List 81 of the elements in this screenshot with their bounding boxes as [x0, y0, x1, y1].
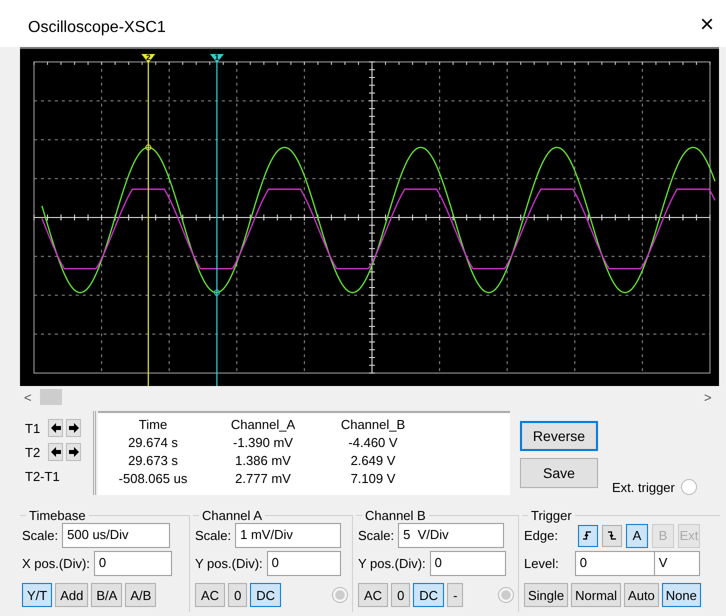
mode-button[interactable]: 0 [228, 583, 248, 607]
table-cell-text: -508.065 us [118, 470, 188, 486]
left-arrow-button[interactable] [48, 443, 63, 461]
right-arrow-icon [68, 423, 78, 433]
mode-button[interactable]: Auto [624, 583, 659, 607]
ext-trigger-label: Ext. trigger [612, 480, 675, 494]
cursor-handle[interactable] [141, 54, 156, 63]
input-field[interactable]: 500 us/Div [62, 523, 170, 548]
cursor-point [214, 290, 220, 296]
table-cell-text: 29.673 s [127, 452, 179, 468]
input-field[interactable]: 0 [94, 551, 172, 576]
mode-button[interactable]: Add [55, 583, 88, 607]
input-field[interactable]: 0 [266, 551, 341, 576]
group-title: Channel A [201, 508, 263, 523]
input-field[interactable]: 1 mV/Div [235, 523, 342, 548]
input-field[interactable]: 0 [430, 551, 506, 576]
rising-edge-icon [583, 530, 592, 541]
window-title: Oscilloscope-XSC1 [28, 18, 166, 36]
scale-label: Scale: [195, 528, 232, 543]
x-pos-label: X pos.(Div): [22, 556, 90, 571]
right-arrow-button[interactable] [66, 443, 81, 461]
scroll-right-button[interactable]: > [704, 390, 720, 404]
radio-button[interactable] [680, 479, 697, 495]
input-field[interactable]: 5 V/Div [398, 523, 504, 548]
mode-button[interactable]: 0 [391, 583, 410, 607]
source-button[interactable]: A [626, 524, 648, 548]
table-cell-text: -4.460 V [347, 434, 399, 450]
scrollbar-thumb[interactable] [40, 389, 62, 405]
group-title: Timebase [28, 508, 87, 523]
table-cell-text: -1.390 mV [232, 434, 294, 450]
column-header: Channel_A [230, 416, 296, 432]
cursor-name: T1 [25, 420, 42, 436]
table-cell-text: 1.386 mV [234, 452, 292, 468]
y-pos-label: Y pos.(Div): [195, 556, 263, 571]
left-arrow-icon [50, 423, 60, 433]
cursor-line[interactable] [216, 62, 218, 386]
table-cell-text: 2.649 V [350, 452, 396, 468]
reverse-button[interactable]: Reverse [520, 421, 598, 451]
table-cell-text: 29.674 s [127, 434, 179, 450]
mode-button[interactable]: Y/T [22, 583, 52, 607]
cursor-point [145, 144, 152, 150]
input-field[interactable]: 0 [574, 551, 655, 576]
cursor-name: T2-T1 [25, 468, 60, 484]
group-title: Channel B [364, 508, 427, 523]
column-header: Channel_B [340, 416, 406, 432]
right-arrow-icon [68, 447, 78, 457]
rising-edge-button[interactable] [578, 524, 598, 546]
mode-button[interactable]: Normal [571, 583, 622, 607]
mode-button[interactable]: None [662, 583, 701, 607]
group-title: Trigger [530, 508, 573, 523]
level-label: Level: [524, 556, 559, 571]
y-pos-label: Y pos.(Div): [358, 556, 426, 571]
mode-button[interactable]: AC [195, 583, 226, 607]
cursor-handle[interactable] [210, 54, 224, 63]
mode-button[interactable]: DC [413, 583, 444, 607]
mode-button[interactable]: AC [358, 583, 388, 607]
mode-button[interactable]: A/B [125, 583, 156, 607]
mode-button[interactable]: - [447, 583, 464, 607]
save-button[interactable]: Save [520, 458, 598, 488]
close-button[interactable]: × [696, 10, 718, 38]
mode-button[interactable]: B/A [91, 583, 122, 607]
cursor-name: T2 [25, 444, 42, 460]
cursor-label: 2 [146, 52, 151, 62]
left-arrow-icon [50, 447, 60, 457]
cursor-label: 1 [214, 52, 220, 62]
table-cell-text: 2.777 mV [234, 470, 292, 486]
scale-label: Scale: [22, 528, 58, 543]
scroll-left-button[interactable]: < [24, 390, 40, 404]
edge-label: Edge: [524, 528, 558, 543]
falling-edge-icon [607, 530, 616, 541]
left-arrow-button[interactable] [48, 419, 63, 437]
right-arrow-button[interactable] [66, 419, 81, 437]
mode-button[interactable]: DC [250, 583, 282, 607]
table-cell-text: 7.109 V [350, 470, 396, 486]
column-header: Time [138, 416, 168, 432]
radio-button[interactable] [498, 587, 514, 603]
scale-label: Scale: [358, 528, 394, 543]
unit-field[interactable]: V [654, 551, 700, 576]
radio-button[interactable] [332, 587, 348, 603]
mode-button[interactable]: Single [524, 583, 568, 607]
falling-edge-button[interactable] [602, 524, 622, 546]
